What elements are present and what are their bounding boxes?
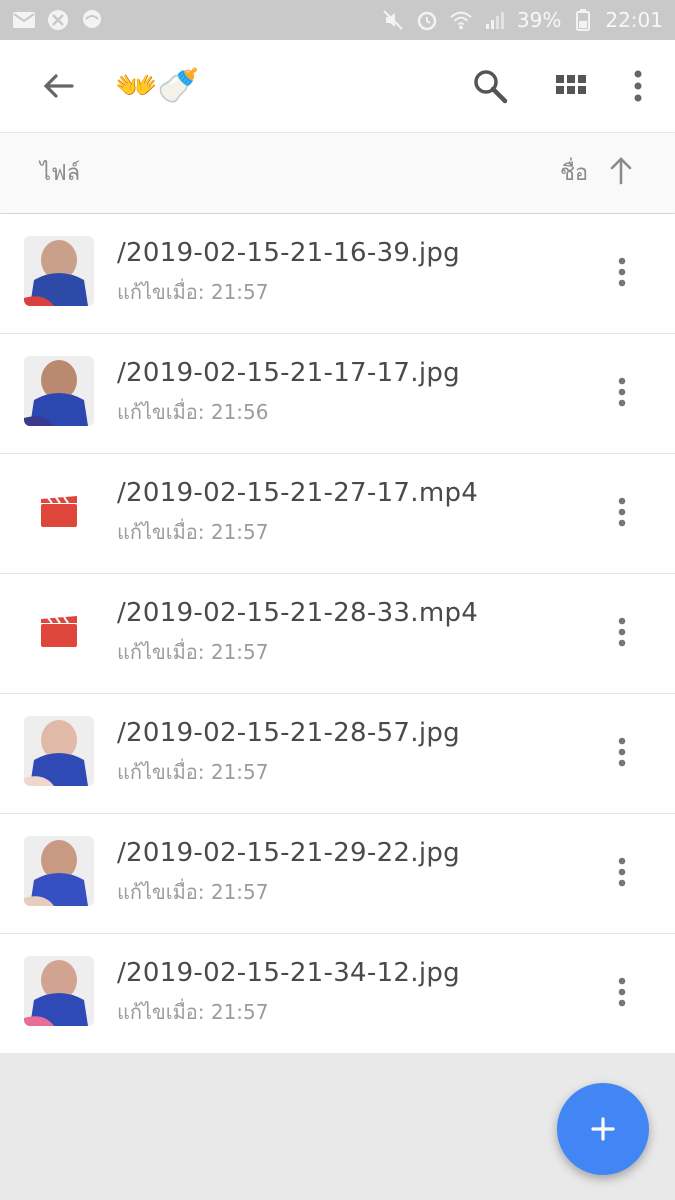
search-icon xyxy=(474,70,508,104)
add-fab-button[interactable] xyxy=(557,1083,649,1175)
folder-title: 👐🍼 xyxy=(115,66,200,106)
file-list: /2019-02-15-21-16-39.jpg แก้ไขเมื่อ: 21:… xyxy=(0,214,675,1053)
image-thumbnail xyxy=(24,956,94,1026)
signal-icon xyxy=(483,8,507,32)
overflow-menu-button[interactable] xyxy=(628,64,648,108)
file-name: /2019-02-15-21-17-17.jpg xyxy=(117,358,460,388)
battery-percent: 39% xyxy=(516,8,562,32)
image-thumbnail xyxy=(24,356,94,426)
file-overflow-button[interactable] xyxy=(612,252,632,292)
file-row[interactable]: /2019-02-15-21-16-39.jpg แก้ไขเมื่อ: 21:… xyxy=(0,214,675,334)
status-bar: 39% 22:01 xyxy=(0,0,675,40)
file-overflow-button[interactable] xyxy=(612,372,632,412)
file-modified-time: แก้ไขเมื่อ: 21:57 xyxy=(117,1000,269,1024)
more-vert-icon xyxy=(618,497,626,527)
mute-icon xyxy=(381,8,405,32)
sort-by-name-button[interactable]: ชื่อ xyxy=(560,155,588,190)
more-vert-icon xyxy=(618,377,626,407)
file-overflow-button[interactable] xyxy=(612,612,632,652)
file-overflow-button[interactable] xyxy=(612,732,632,772)
file-modified-time: แก้ไขเมื่อ: 21:57 xyxy=(117,520,269,544)
chat-bubble-icon xyxy=(80,8,104,32)
more-vert-icon xyxy=(618,257,626,287)
file-row[interactable]: /2019-02-15-21-17-17.jpg แก้ไขเมื่อ: 21:… xyxy=(0,334,675,454)
more-vert-icon xyxy=(618,617,626,647)
file-modified-time: แก้ไขเมื่อ: 21:57 xyxy=(117,880,269,904)
alarm-icon xyxy=(415,8,439,32)
sort-direction-button[interactable] xyxy=(606,153,636,187)
arrow-up-icon xyxy=(610,157,632,185)
arrow-back-icon xyxy=(43,74,74,98)
file-overflow-button[interactable] xyxy=(612,972,632,1012)
file-name: /2019-02-15-21-28-57.jpg xyxy=(117,718,460,748)
file-row[interactable]: /2019-02-15-21-29-22.jpg แก้ไขเมื่อ: 21:… xyxy=(0,814,675,934)
mail-icon xyxy=(12,8,36,32)
image-thumbnail xyxy=(24,836,94,906)
image-thumbnail xyxy=(24,716,94,786)
file-row[interactable]: /2019-02-15-21-28-33.mp4 แก้ไขเมื่อ: 21:… xyxy=(0,574,675,694)
file-modified-time: แก้ไขเมื่อ: 21:56 xyxy=(117,400,269,424)
grid-view-icon xyxy=(556,75,586,94)
more-vert-icon xyxy=(634,70,642,102)
more-vert-icon xyxy=(618,977,626,1007)
wifi-icon xyxy=(449,8,473,32)
more-vert-icon xyxy=(618,857,626,887)
file-row[interactable]: /2019-02-15-21-27-17.mp4 แก้ไขเมื่อ: 21:… xyxy=(0,454,675,574)
file-name: /2019-02-15-21-28-33.mp4 xyxy=(117,598,479,628)
grid-view-button[interactable] xyxy=(552,67,590,105)
sort-header: ไฟล์ ชื่อ xyxy=(0,133,675,213)
search-button[interactable] xyxy=(470,66,510,106)
app-bar: 👐🍼 xyxy=(0,40,675,132)
video-file-icon xyxy=(40,616,78,648)
blocked-icon xyxy=(46,8,70,32)
file-overflow-button[interactable] xyxy=(612,852,632,892)
file-overflow-button[interactable] xyxy=(612,492,632,532)
file-name: /2019-02-15-21-27-17.mp4 xyxy=(117,478,479,508)
file-name: /2019-02-15-21-29-22.jpg xyxy=(117,838,460,868)
image-thumbnail xyxy=(24,236,94,306)
more-vert-icon xyxy=(618,737,626,767)
plus-icon xyxy=(591,1117,615,1141)
file-name: /2019-02-15-21-34-12.jpg xyxy=(117,958,460,988)
clock: 22:01 xyxy=(605,8,663,32)
file-row[interactable]: /2019-02-15-21-28-57.jpg แก้ไขเมื่อ: 21:… xyxy=(0,694,675,814)
file-modified-time: แก้ไขเมื่อ: 21:57 xyxy=(117,640,269,664)
battery-icon xyxy=(571,8,595,32)
file-row[interactable]: /2019-02-15-21-34-12.jpg แก้ไขเมื่อ: 21:… xyxy=(0,934,675,1053)
file-name: /2019-02-15-21-16-39.jpg xyxy=(117,238,460,268)
video-file-icon xyxy=(40,496,78,528)
back-button[interactable] xyxy=(38,66,78,106)
section-label: ไฟล์ xyxy=(40,161,81,186)
file-modified-time: แก้ไขเมื่อ: 21:57 xyxy=(117,280,269,304)
file-modified-time: แก้ไขเมื่อ: 21:57 xyxy=(117,760,269,784)
